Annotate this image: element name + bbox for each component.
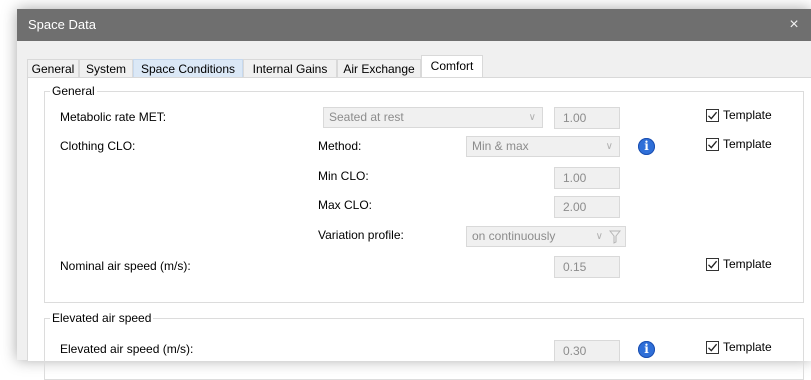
elevated-air-speed-field[interactable]: 0.30 [554,340,620,362]
chevron-down-icon: ∨ [605,141,613,152]
chevron-down-icon: ∨ [595,231,603,242]
method-label: Method: [318,139,362,153]
window-title: Space Data [28,17,96,32]
title-bar: Space Data × [17,9,811,41]
elevated-air-speed-label: Elevated air speed (m/s): [60,342,194,356]
metabolic-rate-value-field[interactable]: 1.00 [554,107,620,129]
min-clo-label: Min CLO: [318,169,369,183]
comfort-panel: General Metabolic rate MET: Seated at re… [27,77,811,380]
clothing-clo-label: Clothing CLO: [60,139,136,153]
tab-comfort[interactable]: Comfort [421,55,483,78]
method-select-value: Min & max [472,139,529,153]
checkbox-checked-icon [706,138,719,151]
metabolic-rate-label: Metabolic rate MET: [60,110,167,124]
max-clo-label: Max CLO: [318,198,373,212]
clothing-template-label: Template [723,137,772,151]
nominal-air-speed-template-label: Template [723,257,772,271]
metabolic-rate-select[interactable]: Seated at rest ∨ [323,107,543,128]
general-group-title: General [50,84,97,98]
tab-internal-gains[interactable]: Internal Gains [243,59,337,77]
variation-profile-label: Variation profile: [318,228,404,242]
tab-system[interactable]: System [79,59,133,77]
metabolic-rate-select-value: Seated at rest [329,110,404,124]
tab-general[interactable]: General [27,59,79,77]
checkbox-checked-icon [706,258,719,271]
method-select[interactable]: Min & max ∨ [466,136,620,157]
checkbox-checked-icon [706,109,719,122]
info-icon[interactable]: i [638,341,655,358]
info-icon[interactable]: i [638,138,655,155]
elevated-group-title: Elevated air speed [50,311,154,325]
nominal-air-speed-field[interactable]: 0.15 [554,256,620,278]
tab-air-exchange[interactable]: Air Exchange [337,59,421,77]
checkbox-checked-icon [706,341,719,354]
variation-profile-select-value: on continuously [472,229,556,243]
space-data-window: Space Data × General System Space Condit… [17,9,811,380]
metabolic-template-label: Template [723,108,772,122]
max-clo-field[interactable]: 2.00 [554,196,620,218]
elevated-air-speed-template-label: Template [723,340,772,354]
min-clo-field[interactable]: 1.00 [554,167,620,189]
tab-space-conditions[interactable]: Space Conditions [133,59,243,77]
variation-profile-select[interactable]: on continuously ∨ [466,226,626,247]
filter-icon[interactable] [609,230,621,244]
nominal-air-speed-label: Nominal air speed (m/s): [60,259,191,273]
chevron-down-icon: ∨ [528,112,536,123]
close-icon[interactable]: × [783,14,805,36]
